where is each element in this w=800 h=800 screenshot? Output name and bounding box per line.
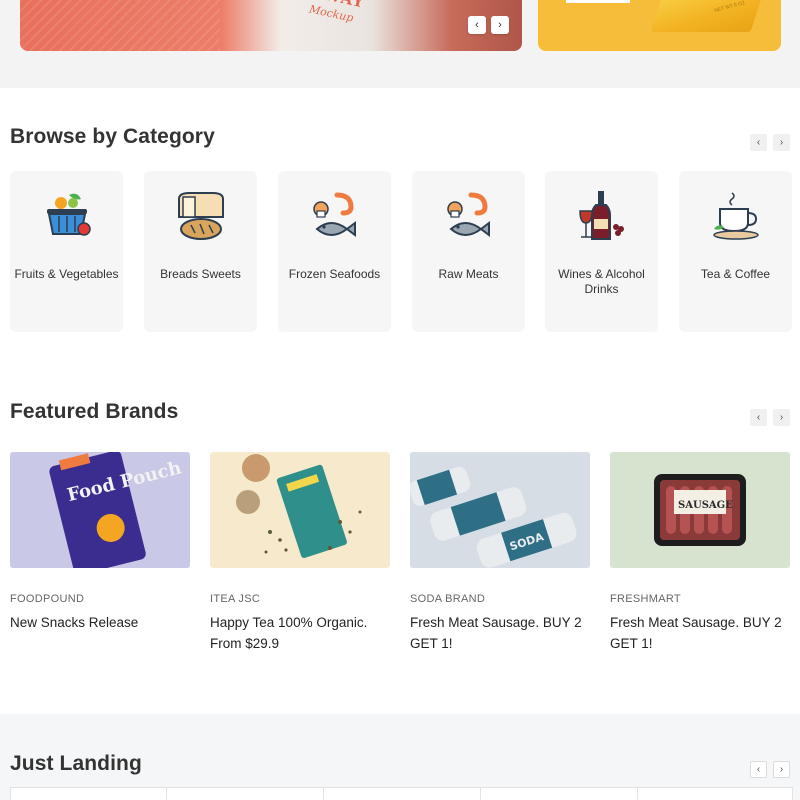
brand-kicker: ITEA JSC [210,593,261,605]
category-card-tea-coffee[interactable]: Tea & Coffee [679,171,792,332]
category-label: Breads Sweets [160,267,241,281]
hero-banner-box[interactable]: NET WT 8 OZ [538,0,781,51]
banner-pattern [20,0,220,51]
wine-icon [574,189,630,245]
banner-label-bar [566,0,630,3]
brand-title-link[interactable]: New Snacks Release [10,612,190,633]
category-section-title: Browse by Category [10,125,215,148]
brand-title-link[interactable]: Happy Tea 100% Organic. From $29.9 [210,612,390,654]
brand-image-foodpound[interactable]: Food Pouch [10,452,190,568]
hero-banner-mockup[interactable]: AWAY Mockup ‹ › [20,0,522,51]
product-card[interactable] [166,787,324,800]
landing-prev-button[interactable]: ‹ [750,761,767,778]
brands-next-button[interactable]: › [773,409,790,426]
yellow-box-image [650,0,766,32]
tea-cup-icon [708,189,764,245]
seafood-icon [307,189,363,245]
category-card-wines[interactable]: Wines & Alcohol Drinks [545,171,658,332]
product-card[interactable] [637,787,793,800]
brand-kicker: FRESHMART [610,593,681,605]
brand-kicker: SODA BRAND [410,593,486,605]
pack-text: SAUSAGE [678,500,733,511]
hero-strip: AWAY Mockup ‹ › NET WT 8 OZ [0,0,800,88]
category-next-button[interactable]: › [773,134,790,151]
category-label: Tea & Coffee [700,267,771,281]
landing-next-button[interactable]: › [773,761,790,778]
brand-image-freshmart[interactable]: SAUSAGE [610,452,790,568]
raw-meat-icon [441,189,497,245]
product-card[interactable] [10,787,167,800]
brand-image-itea[interactable] [210,452,390,568]
category-label: Wines & Alcohol Drinks [558,267,645,296]
category-card-raw-meats[interactable]: Raw Meats [412,171,525,332]
hero-next-button[interactable]: › [491,16,509,34]
brands-section-title: Featured Brands [10,400,179,423]
landing-section-title: Just Landing [10,752,142,775]
hero-prev-button[interactable]: ‹ [468,16,486,34]
bread-icon [173,189,229,245]
brand-image-soda[interactable]: SODA [410,452,590,568]
category-card-seafoods[interactable]: Frozen Seafoods [278,171,391,332]
fruit-basket-icon [39,189,95,245]
product-card[interactable] [323,787,481,800]
landing-carousel-nav: ‹ › [750,761,790,778]
brand-kicker: FOODPOUND [10,593,85,605]
brands-carousel-nav: ‹ › [750,409,790,426]
brand-title-link[interactable]: Fresh Meat Sausage. BUY 2 GET 1! [410,612,590,654]
category-card-fruits[interactable]: Fruits & Vegetables [10,171,123,332]
product-card[interactable] [480,787,638,800]
category-label: Fruits & Vegetables [14,267,119,281]
brand-title-link[interactable]: Fresh Meat Sausage. BUY 2 GET 1! [610,612,790,654]
category-prev-button[interactable]: ‹ [750,134,767,151]
category-card-breads[interactable]: Breads Sweets [144,171,257,332]
brands-prev-button[interactable]: ‹ [750,409,767,426]
category-label: Frozen Seafoods [288,267,381,281]
category-carousel-nav: ‹ › [750,134,790,151]
banner-mockup-text: AWAY Mockup [308,0,413,38]
category-label: Raw Meats [438,267,499,281]
